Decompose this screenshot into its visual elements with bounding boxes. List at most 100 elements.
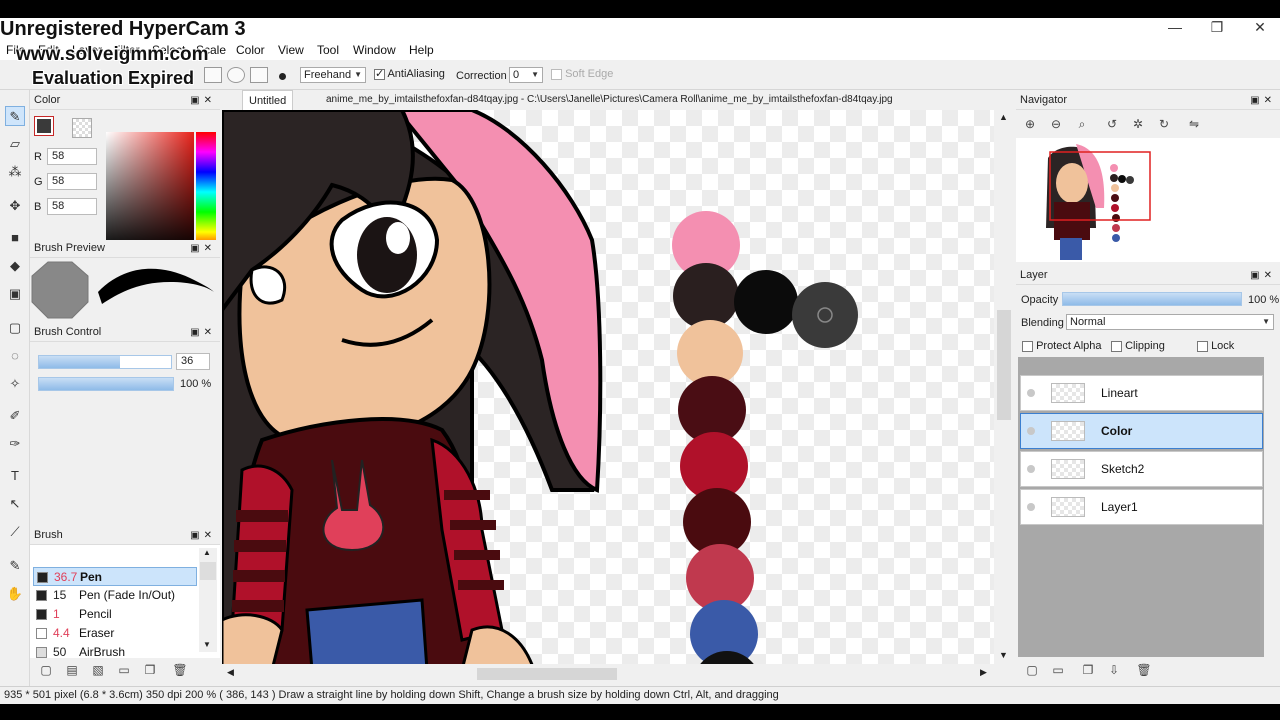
- canvas-vertical-scrollbar[interactable]: ▲ ▼: [994, 110, 1014, 664]
- wand-select-icon[interactable]: ✧: [5, 374, 25, 394]
- airbrush-tool-icon[interactable]: ✑: [5, 434, 25, 454]
- brush-item[interactable]: 4.4 Eraser: [33, 624, 197, 643]
- canvas-horizontal-scrollbar[interactable]: ◀ ▶: [222, 664, 994, 684]
- brush-duplicate-icon[interactable]: ❐: [142, 662, 158, 678]
- panel-buttons-icon[interactable]: ▣✕: [1250, 267, 1276, 284]
- visibility-icon[interactable]: [1027, 465, 1035, 473]
- scroll-thumb[interactable]: [200, 562, 216, 580]
- new-folder-icon[interactable]: ▭: [1050, 662, 1066, 678]
- brush-folder-icon[interactable]: ▭: [116, 662, 132, 678]
- scroll-down-icon[interactable]: ▼: [999, 650, 1008, 660]
- brush-list-scrollbar[interactable]: ▲ ▼: [199, 548, 217, 652]
- rotate-left-icon[interactable]: ↺: [1104, 116, 1120, 132]
- blending-select[interactable]: Normal ▼: [1066, 314, 1274, 330]
- rotate-reset-icon[interactable]: ✲: [1130, 116, 1146, 132]
- soft-edge-checkbox[interactable]: [551, 68, 562, 80]
- menu-tool[interactable]: Tool: [317, 43, 339, 57]
- text-tool-icon[interactable]: T: [5, 466, 25, 486]
- brush-item[interactable]: 36.7 Pen: [33, 567, 197, 586]
- lock-checkbox[interactable]: [1197, 340, 1208, 352]
- protect-alpha-checkbox[interactable]: [1022, 340, 1033, 352]
- clipping-toggle[interactable]: Clipping: [1111, 340, 1165, 352]
- clipping-checkbox[interactable]: [1111, 340, 1122, 352]
- brush-settings-icon[interactable]: ▤: [64, 662, 80, 678]
- transparent-color-swatch[interactable]: [72, 118, 92, 138]
- tab-anime-me[interactable]: anime_me_by_imtailsthefoxfan-d84tqay.jpg…: [320, 90, 1010, 110]
- close-window-button[interactable]: ✕: [1240, 18, 1280, 38]
- panel-buttons-icon[interactable]: ▣✕: [1250, 92, 1276, 109]
- scroll-right-icon[interactable]: ▶: [980, 667, 987, 678]
- layer-item-sketch2[interactable]: Sketch2: [1020, 451, 1263, 487]
- panel-buttons-icon[interactable]: ▣✕: [190, 324, 216, 341]
- pen-tool-icon[interactable]: ✎: [5, 106, 25, 126]
- visibility-icon[interactable]: [1027, 503, 1035, 511]
- visibility-icon[interactable]: [1027, 427, 1035, 435]
- brush-item[interactable]: 1 Pencil: [33, 605, 197, 624]
- zoom-in-icon[interactable]: ⊕: [1022, 116, 1038, 132]
- opacity-slider[interactable]: [1062, 292, 1242, 306]
- rect-select-icon[interactable]: ▢: [5, 318, 25, 338]
- magic-wand-icon[interactable]: ⁂: [5, 162, 25, 182]
- zoom-reset-icon[interactable]: ⌕: [1074, 116, 1090, 132]
- pointer-tool-icon[interactable]: ↖: [5, 494, 25, 514]
- brush-item[interactable]: 15 Pen (Fade In/Out): [33, 586, 197, 605]
- antialiasing-toggle[interactable]: AntiAliasing: [374, 67, 445, 80]
- straight-line-icon[interactable]: [250, 67, 268, 83]
- lock-toggle[interactable]: Lock: [1197, 340, 1234, 352]
- scroll-up-icon[interactable]: ▲: [203, 548, 211, 557]
- lasso-icon[interactable]: [227, 67, 245, 83]
- scroll-up-icon[interactable]: ▲: [999, 112, 1008, 122]
- menu-color[interactable]: Color: [236, 43, 265, 57]
- zoom-out-icon[interactable]: ⊖: [1048, 116, 1064, 132]
- menu-view[interactable]: View: [278, 43, 304, 57]
- new-brush-icon[interactable]: ▢: [38, 662, 54, 678]
- new-layer-icon[interactable]: ▢: [1024, 662, 1040, 678]
- protect-alpha-toggle[interactable]: Protect Alpha: [1022, 340, 1102, 352]
- primary-color-swatch[interactable]: [34, 116, 54, 136]
- fill-square-icon[interactable]: ■: [5, 228, 25, 248]
- flip-icon[interactable]: ⇋: [1186, 116, 1202, 132]
- menu-window[interactable]: Window: [353, 43, 396, 57]
- copy-layer-icon[interactable]: ❐: [1080, 662, 1096, 678]
- restore-button[interactable]: ❐: [1197, 18, 1237, 38]
- navigator-preview[interactable]: [1016, 138, 1280, 262]
- brush-size-slider[interactable]: [38, 355, 172, 369]
- menu-help[interactable]: Help: [409, 43, 434, 57]
- layer-item-color[interactable]: Color: [1020, 413, 1263, 449]
- brush-copy-icon[interactable]: ▧: [90, 662, 106, 678]
- g-input[interactable]: 58: [47, 173, 97, 190]
- delete-layer-icon[interactable]: 🗑: [1136, 662, 1152, 678]
- brush-size-input[interactable]: 36: [176, 353, 210, 370]
- correction-select[interactable]: 0 ▼: [509, 67, 543, 83]
- bucket-icon[interactable]: ◆: [5, 256, 25, 276]
- brush-density-slider[interactable]: [38, 377, 174, 391]
- b-input[interactable]: 58: [47, 198, 97, 215]
- dot-icon[interactable]: [279, 73, 286, 80]
- tab-untitled[interactable]: Untitled: [242, 90, 294, 110]
- soft-edge-toggle[interactable]: Soft Edge: [551, 68, 613, 80]
- r-input[interactable]: 58: [47, 148, 97, 165]
- delete-brush-icon[interactable]: 🗑: [172, 662, 188, 678]
- merge-layer-icon[interactable]: ⇩: [1106, 662, 1122, 678]
- gradient-icon[interactable]: ▣: [5, 284, 25, 304]
- canvas-hscroll-thumb[interactable]: [477, 668, 617, 680]
- saturation-value-picker[interactable]: [106, 132, 194, 252]
- hand-tool-icon[interactable]: ✋: [5, 584, 25, 604]
- lasso-select-icon[interactable]: ◌: [5, 346, 25, 366]
- selection-shape-icon[interactable]: [204, 67, 222, 83]
- panel-buttons-icon[interactable]: ▣✕: [190, 92, 216, 109]
- panel-buttons-icon[interactable]: ▣✕: [190, 527, 216, 544]
- rotate-right-icon[interactable]: ↻: [1156, 116, 1172, 132]
- brush-tool-icon[interactable]: ✐: [5, 406, 25, 426]
- antialiasing-checkbox[interactable]: [374, 67, 385, 80]
- canvas-vscroll-thumb[interactable]: [997, 310, 1011, 420]
- visibility-icon[interactable]: [1027, 389, 1035, 397]
- eraser-tool-icon[interactable]: ▱: [5, 134, 25, 154]
- move-tool-icon[interactable]: ✥: [5, 196, 25, 216]
- pen-alt-icon[interactable]: ✎: [5, 556, 25, 576]
- stroke-mode-select[interactable]: Freehand ▼: [300, 67, 366, 83]
- layer-item-layer1[interactable]: Layer1: [1020, 489, 1263, 525]
- scroll-left-icon[interactable]: ◀: [227, 667, 234, 678]
- minimize-button[interactable]: —: [1155, 18, 1195, 38]
- scroll-down-icon[interactable]: ▼: [203, 640, 211, 649]
